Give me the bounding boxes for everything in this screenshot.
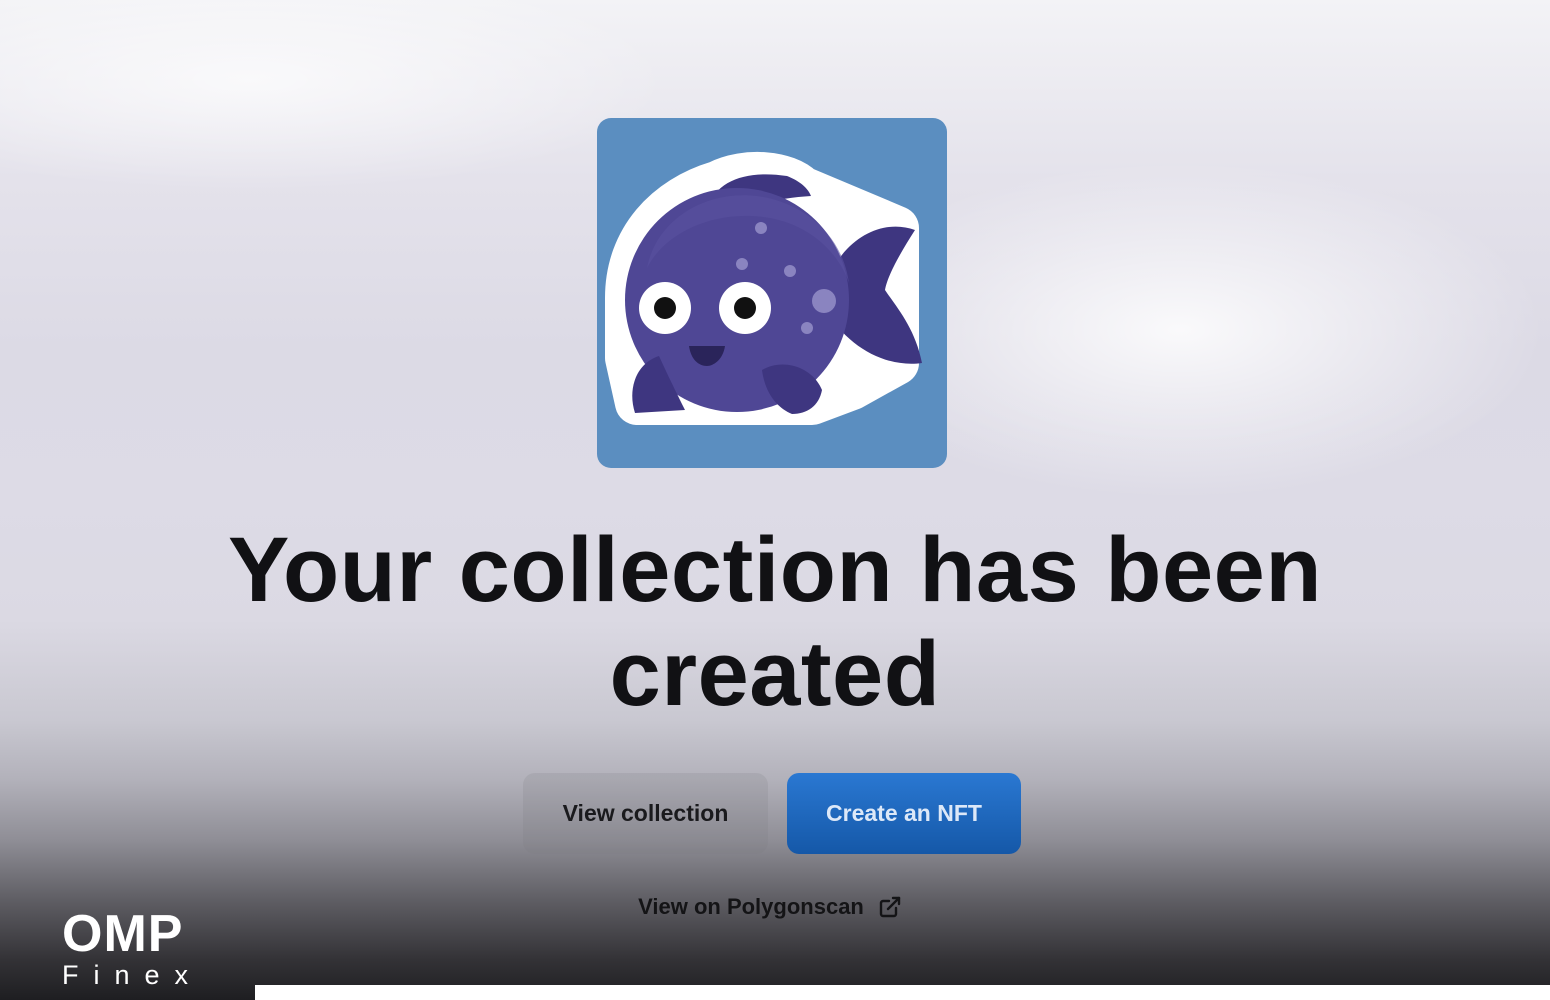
- watermark-sub: Finex: [62, 960, 204, 990]
- watermark-logo: OMP Finex: [0, 900, 255, 1000]
- fish-sticker-icon: [605, 151, 922, 425]
- watermark-brand: OMP: [62, 905, 184, 963]
- view-on-polygonscan-label: View on Polygonscan: [638, 894, 864, 919]
- collection-image: [597, 118, 947, 468]
- bottom-divider: [255, 985, 1550, 1000]
- page-title: Your collection has been created: [227, 519, 1323, 725]
- create-nft-button[interactable]: Create an NFT: [787, 773, 1021, 854]
- external-link-icon: [879, 896, 901, 918]
- view-on-polygonscan-link[interactable]: View on Polygonscan: [600, 890, 940, 924]
- view-collection-button[interactable]: View collection: [523, 773, 768, 854]
